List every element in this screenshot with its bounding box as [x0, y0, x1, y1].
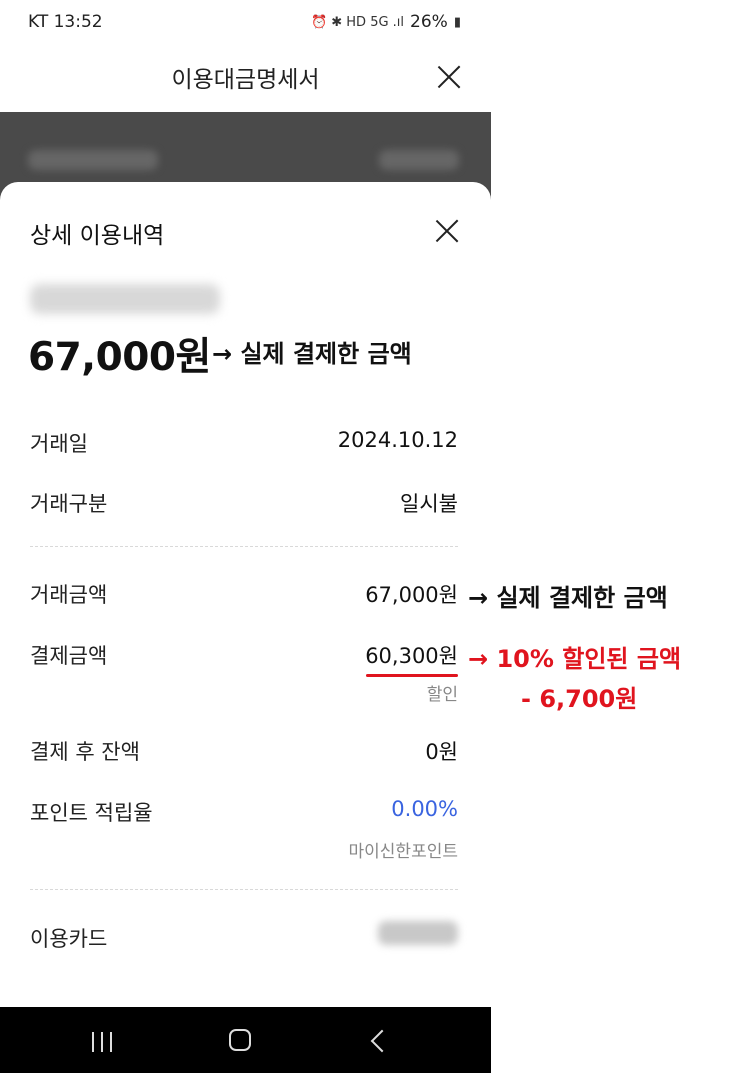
blurred-text — [379, 150, 459, 170]
row-label: 거래금액 — [30, 583, 108, 607]
status-bar: KT 13:52 ⏰ ✱ HD 5G .ıl 26% ▮ — [0, 0, 491, 46]
row-value: 0.00% — [391, 797, 458, 821]
status-icons: ⏰ ✱ HD 5G .ıl — [310, 14, 405, 30]
dashed-divider — [30, 546, 458, 547]
recent-apps-icon[interactable] — [92, 1032, 114, 1052]
row-value: 2024.10.12 — [337, 428, 458, 452]
back-icon[interactable] — [370, 1029, 394, 1053]
blurred-merchant-name — [30, 284, 220, 314]
blurred-text — [28, 150, 158, 170]
phone-screen: KT 13:52 ⏰ ✱ HD 5G .ıl 26% ▮ 이용대금명세서 상세 … — [0, 0, 491, 1073]
total-amount: 67,000원 — [28, 335, 211, 380]
carrier-time: KT 13:52 — [28, 12, 103, 32]
row-label: 거래구분 — [30, 492, 108, 516]
row-value: 0원 — [425, 740, 458, 764]
dashed-divider — [30, 889, 458, 890]
discount-amount-annotation: - 6,700원 — [521, 685, 638, 713]
blurred-card-name — [378, 921, 458, 945]
row-value: 60,300원 — [365, 644, 458, 668]
close-icon[interactable] — [436, 64, 462, 90]
system-nav-bar — [0, 1007, 491, 1073]
red-underline — [366, 674, 458, 677]
top-header: 이용대금명세서 — [0, 46, 491, 112]
row-value: 67,000원 — [365, 583, 458, 607]
detail-bottom-sheet: 상세 이용내역 67,000원 → 실제 결제한 금액 거래일 2024.10.… — [0, 182, 491, 1012]
row-label: 포인트 적립율 — [30, 801, 153, 825]
row-value: 일시불 — [400, 492, 458, 516]
row-label: 거래일 — [30, 432, 88, 456]
pay-amount-annotation: → 10% 할인된 금액 — [468, 645, 682, 673]
status-indicators: ⏰ ✱ HD 5G .ıl 26% ▮ — [311, 12, 461, 32]
page-title: 이용대금명세서 — [171, 67, 320, 93]
battery-icon: ▮ — [453, 14, 461, 30]
battery-level: 26% — [410, 12, 448, 32]
home-icon[interactable] — [229, 1029, 251, 1051]
discount-label: 할인 — [426, 685, 458, 705]
row-label: 이용카드 — [30, 927, 108, 951]
sheet-close-icon[interactable] — [434, 218, 460, 244]
amount-annotation: → 실제 결제한 금액 — [212, 340, 412, 368]
row-label: 결제금액 — [30, 644, 108, 668]
sheet-title: 상세 이용내역 — [30, 223, 165, 249]
point-program-label: 마이신한포인트 — [348, 842, 458, 862]
trade-amount-annotation: → 실제 결제한 금액 — [468, 584, 668, 612]
row-label: 결제 후 잔액 — [30, 740, 140, 764]
